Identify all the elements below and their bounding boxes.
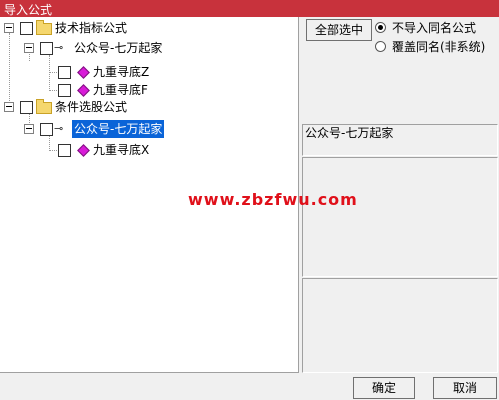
group1-child-label: 公众号-七万起家 — [74, 41, 163, 55]
formula-gem-icon — [77, 84, 90, 97]
parameter-area[interactable] — [302, 278, 498, 373]
ok-button[interactable]: 确定 — [353, 377, 415, 399]
group1-checkbox[interactable] — [20, 22, 33, 35]
collapse-icon[interactable] — [24, 124, 34, 134]
group1-label: 技术指标公式 — [55, 21, 128, 35]
window-title: 导入公式 — [4, 3, 53, 17]
formula-gem-icon — [77, 66, 90, 79]
group2-checkbox[interactable] — [20, 101, 33, 114]
leaf-checkbox[interactable] — [58, 66, 71, 79]
watermark-text: www.zbzfwu.com — [188, 190, 358, 209]
radio-overwrite-same-name[interactable] — [375, 41, 386, 52]
tree-node-group2-leaf1[interactable]: 九重寻底X — [0, 141, 200, 159]
tree-node-group2-child[interactable]: ⊸ 公众号-七万起家 — [0, 120, 220, 138]
folder-icon — [36, 99, 52, 114]
cancel-button[interactable]: 取消 — [433, 377, 497, 399]
key-icon: ⊸ — [54, 122, 64, 135]
leaf-label: 九重寻底Z — [93, 65, 150, 79]
collapse-icon[interactable] — [4, 23, 14, 33]
selected-name-text: 公众号-七万起家 — [305, 126, 394, 140]
selected-name-display: 公众号-七万起家 — [302, 124, 498, 156]
leaf-label: 九重寻底X — [93, 143, 150, 157]
description-area[interactable] — [302, 157, 498, 277]
leaf-checkbox[interactable] — [58, 84, 71, 97]
formula-gem-icon — [77, 144, 90, 157]
folder-icon — [36, 20, 52, 35]
key-icon: ⊸ — [54, 41, 64, 54]
group2-label: 条件选股公式 — [55, 100, 128, 114]
tree-node-group2[interactable]: 条件选股公式 — [0, 98, 200, 116]
group1-child-checkbox[interactable] — [40, 42, 53, 55]
leaf-label: 九重寻底F — [93, 83, 148, 97]
tree-node-group1-child[interactable]: ⊸ 公众号-七万起家 — [0, 39, 220, 57]
collapse-icon[interactable] — [24, 43, 34, 53]
select-all-button[interactable]: 全部选中 — [306, 19, 372, 41]
tree-node-group1-leaf1[interactable]: 九重寻底Z — [0, 63, 200, 81]
tree-node-group1[interactable]: 技术指标公式 — [0, 19, 200, 37]
leaf-checkbox[interactable] — [58, 144, 71, 157]
radio-skip-same-name-label[interactable]: 不导入同名公式 — [392, 19, 476, 36]
footer-bar: 确定 取消 — [0, 372, 499, 400]
group2-child-label-selected: 公众号-七万起家 — [72, 120, 165, 138]
collapse-icon[interactable] — [4, 102, 14, 112]
group2-child-checkbox[interactable] — [40, 123, 53, 136]
radio-overwrite-same-name-label[interactable]: 覆盖同名(非系统) — [392, 38, 485, 55]
title-bar: 导入公式 — [0, 0, 499, 17]
tree-node-group1-leaf2[interactable]: 九重寻底F — [0, 81, 200, 99]
radio-skip-same-name[interactable] — [375, 22, 386, 33]
